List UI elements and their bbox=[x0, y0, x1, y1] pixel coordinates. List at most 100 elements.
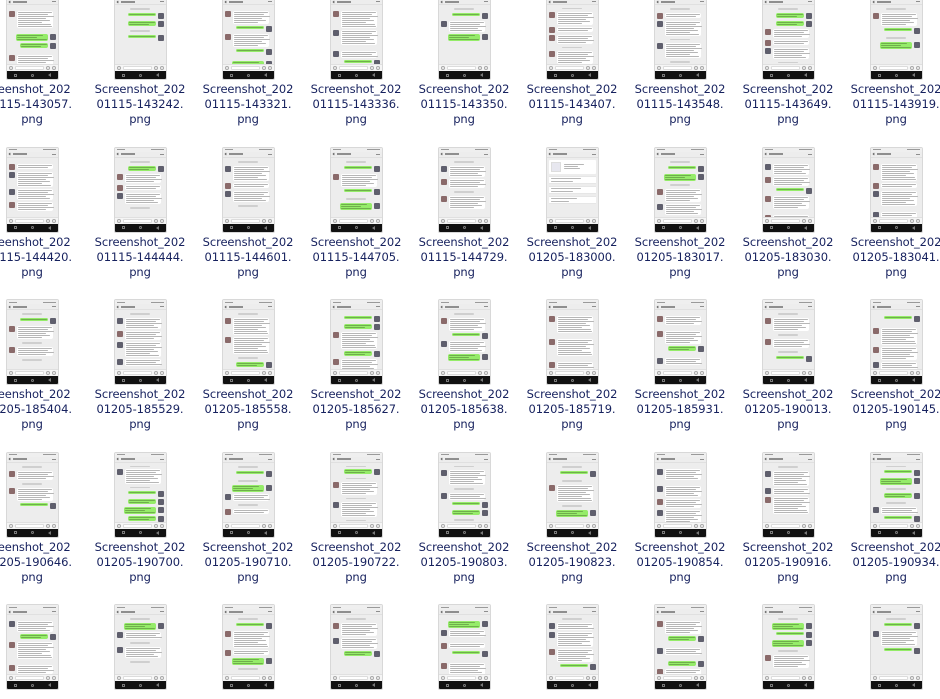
file-name-line: Screenshot_202 bbox=[634, 82, 726, 96]
file-name-line: Screenshot_202 bbox=[850, 82, 940, 96]
file-item[interactable]: Screenshot_202 01205-183030. png bbox=[734, 146, 842, 281]
file-item[interactable]: Screenshot_202 01115-143336. png bbox=[302, 0, 410, 128]
thumbnail-preview[interactable] bbox=[842, 299, 940, 385]
thumbnail-preview[interactable] bbox=[302, 299, 410, 385]
file-item[interactable]: Screenshot_202 01115-144601. png bbox=[194, 146, 302, 281]
file-item[interactable]: Screenshot_202 01205-190854. png bbox=[626, 451, 734, 586]
thumbnail-preview[interactable] bbox=[626, 0, 734, 80]
file-item[interactable]: Screenshot_202 01205-183017. png bbox=[626, 146, 734, 281]
thumbnail-preview[interactable] bbox=[734, 451, 842, 538]
thumbnail-preview[interactable] bbox=[518, 299, 626, 385]
thumbnail-preview[interactable] bbox=[0, 146, 86, 233]
thumbnail-preview[interactable] bbox=[410, 604, 518, 690]
thumbnail-preview[interactable] bbox=[734, 604, 842, 690]
file-item[interactable]: reenshot_202 1205-185404. png bbox=[0, 299, 86, 433]
file-item[interactable] bbox=[626, 604, 734, 692]
thumbnail-preview[interactable] bbox=[302, 451, 410, 538]
thumbnail-preview[interactable] bbox=[626, 146, 734, 233]
file-item[interactable] bbox=[194, 604, 302, 692]
file-item[interactable]: Screenshot_202 01205-183041. png bbox=[842, 146, 940, 281]
thumbnail-preview[interactable] bbox=[86, 299, 194, 385]
thumbnail-preview[interactable] bbox=[0, 604, 86, 690]
file-item[interactable]: Screenshot_202 01205-183000. png bbox=[518, 146, 626, 281]
thumbnail-preview[interactable] bbox=[0, 0, 86, 80]
thumbnail-preview[interactable] bbox=[0, 299, 86, 385]
thumbnail-preview[interactable] bbox=[842, 604, 940, 690]
thumbnail-preview[interactable] bbox=[302, 146, 410, 233]
file-item[interactable]: Screenshot_202 01115-144729. png bbox=[410, 146, 518, 281]
thumbnail-preview[interactable] bbox=[626, 451, 734, 538]
thumbnail-preview[interactable] bbox=[194, 146, 302, 233]
thumbnail-preview[interactable] bbox=[410, 299, 518, 385]
thumbnail-preview[interactable] bbox=[626, 604, 734, 690]
file-item[interactable]: Screenshot_202 01205-190710. png bbox=[194, 451, 302, 586]
thumbnail-preview[interactable] bbox=[518, 451, 626, 538]
thumbnail-preview[interactable] bbox=[194, 0, 302, 80]
file-item[interactable]: Screenshot_202 01205-190013. png bbox=[734, 299, 842, 433]
thumbnail-preview[interactable] bbox=[734, 146, 842, 233]
file-item[interactable] bbox=[518, 604, 626, 692]
file-item[interactable]: Screenshot_202 01205-185627. png bbox=[302, 299, 410, 433]
thumbnail-preview[interactable] bbox=[842, 146, 940, 233]
file-name-line: 01205-190710. bbox=[204, 554, 292, 569]
file-item[interactable]: Screenshot_202 01205-190722. png bbox=[302, 451, 410, 586]
thumbnail-preview[interactable] bbox=[194, 451, 302, 538]
thumbnail-preview[interactable] bbox=[518, 0, 626, 80]
file-item[interactable]: reenshot_202 1115-143057. png bbox=[0, 0, 86, 128]
thumbnail-preview[interactable] bbox=[86, 604, 194, 690]
screenshot-thumbnail-image bbox=[329, 451, 383, 538]
thumbnail-preview[interactable] bbox=[842, 451, 940, 538]
thumbnail-preview[interactable] bbox=[842, 0, 940, 80]
screenshot-thumbnail-image bbox=[869, 604, 923, 690]
thumbnail-preview[interactable] bbox=[734, 299, 842, 385]
file-item[interactable]: Screenshot_202 01115-144705. png bbox=[302, 146, 410, 281]
file-item[interactable]: Screenshot_202 01205-190145. png bbox=[842, 299, 940, 433]
thumbnail-preview[interactable] bbox=[0, 451, 86, 538]
file-item[interactable] bbox=[734, 604, 842, 692]
thumbnail-preview[interactable] bbox=[410, 0, 518, 80]
thumbnail-preview[interactable] bbox=[302, 0, 410, 80]
screenshot-thumbnail-image bbox=[329, 604, 383, 690]
file-item[interactable]: Screenshot_202 01205-190934. png bbox=[842, 451, 940, 586]
file-item[interactable]: Screenshot_202 01205-185719. png bbox=[518, 299, 626, 433]
thumbnail-preview[interactable] bbox=[518, 146, 626, 233]
thumbnail-preview[interactable] bbox=[194, 299, 302, 385]
thumbnail-preview[interactable] bbox=[86, 0, 194, 80]
thumbnail-preview[interactable] bbox=[518, 604, 626, 690]
file-item[interactable]: reenshot_202 1205-190646. png bbox=[0, 451, 86, 586]
thumbnail-preview[interactable] bbox=[302, 604, 410, 690]
file-item[interactable]: Screenshot_202 01115-143242. png bbox=[86, 0, 194, 128]
file-name-line: 01205-190823. bbox=[528, 554, 616, 569]
thumbnail-preview[interactable] bbox=[410, 451, 518, 538]
thumbnail-preview[interactable] bbox=[734, 0, 842, 80]
thumbnail-preview[interactable] bbox=[86, 146, 194, 233]
file-item[interactable]: Screenshot_202 01205-185558. png bbox=[194, 299, 302, 433]
thumbnail-preview[interactable] bbox=[86, 451, 194, 538]
thumbnail-preview[interactable] bbox=[194, 604, 302, 690]
file-item[interactable]: reenshot_202 1115-144420. png bbox=[0, 146, 86, 281]
file-item[interactable]: Screenshot_202 01115-143919. png bbox=[842, 0, 940, 128]
file-item[interactable] bbox=[302, 604, 410, 692]
file-item[interactable]: Screenshot_202 01205-190700. png bbox=[86, 451, 194, 586]
file-item[interactable]: Screenshot_202 01205-185638. png bbox=[410, 299, 518, 433]
thumbnail-preview[interactable] bbox=[626, 299, 734, 385]
file-item[interactable]: Screenshot_202 01115-144444. png bbox=[86, 146, 194, 281]
file-item[interactable] bbox=[86, 604, 194, 692]
file-thumbnail-grid[interactable]: reenshot_202 1115-143057. png Screenshot_20… bbox=[0, 0, 940, 699]
file-item[interactable] bbox=[0, 604, 86, 692]
file-item[interactable]: Screenshot_202 01115-143321. png bbox=[194, 0, 302, 128]
file-item[interactable] bbox=[842, 604, 940, 692]
file-item[interactable]: Screenshot_202 01115-143548. png bbox=[626, 0, 734, 128]
file-name-line: 01205-190934. bbox=[852, 554, 940, 569]
file-item[interactable]: Screenshot_202 01205-185931. png bbox=[626, 299, 734, 433]
file-item[interactable]: Screenshot_202 01205-190803. png bbox=[410, 451, 518, 586]
file-item[interactable]: Screenshot_202 01115-143649. png bbox=[734, 0, 842, 128]
file-item[interactable] bbox=[410, 604, 518, 692]
file-extension-line: png bbox=[885, 112, 907, 127]
file-item[interactable]: Screenshot_202 01115-143407. png bbox=[518, 0, 626, 128]
file-item[interactable]: Screenshot_202 01205-185529. png bbox=[86, 299, 194, 433]
file-item[interactable]: Screenshot_202 01205-190823. png bbox=[518, 451, 626, 586]
file-item[interactable]: Screenshot_202 01115-143350. png bbox=[410, 0, 518, 128]
thumbnail-preview[interactable] bbox=[410, 146, 518, 233]
file-item[interactable]: Screenshot_202 01205-190916. png bbox=[734, 451, 842, 586]
